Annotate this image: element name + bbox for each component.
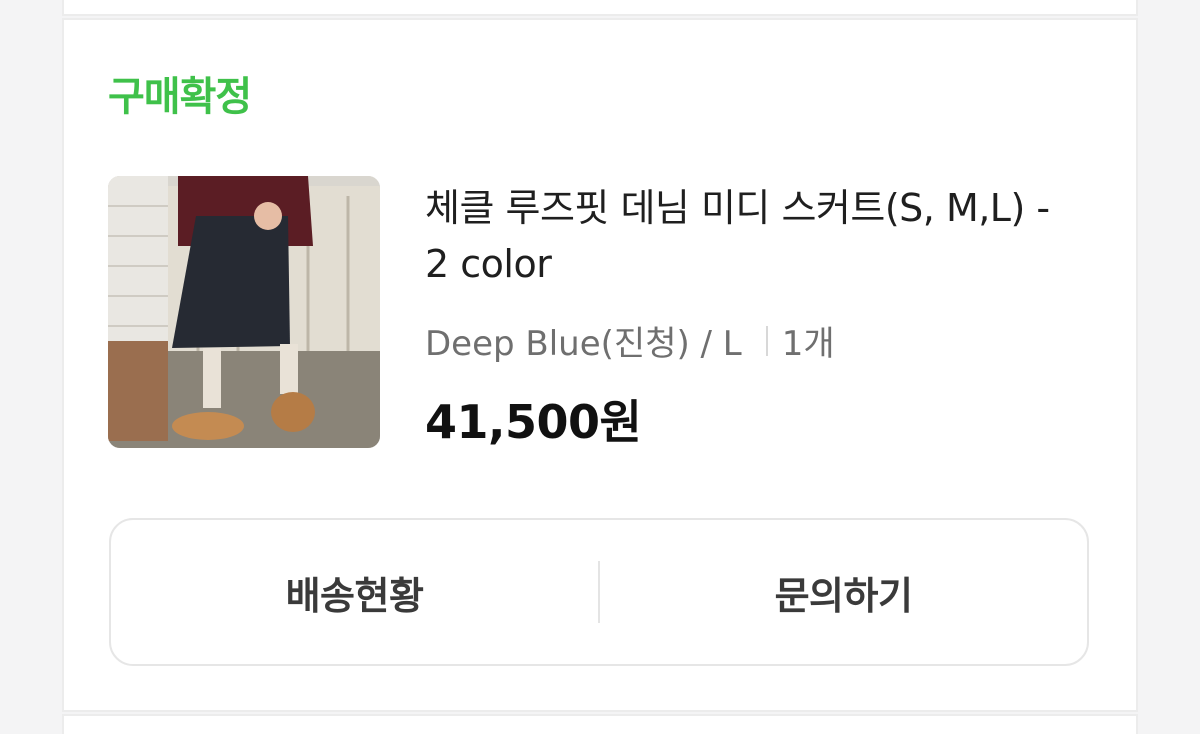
order-status: 구매확정 (108, 74, 252, 120)
previous-card (62, 0, 1138, 16)
shipping-status-button[interactable]: 배송현황 (111, 520, 598, 664)
product-price: 41,500원 (425, 395, 642, 449)
product-title[interactable]: 체클 루즈핏 데님 미디 스커트(S, M,L) - 2 color (425, 180, 1065, 292)
product-thumbnail[interactable] (108, 176, 380, 448)
product-photo-icon (108, 176, 380, 448)
next-card (62, 714, 1138, 734)
order-action-group: 배송현황 문의하기 (109, 518, 1089, 666)
option-divider (765, 325, 768, 356)
product-option-row: Deep Blue(진청) / L 1개 (425, 316, 835, 365)
product-option: Deep Blue(진청) / L (425, 324, 742, 364)
inquiry-button[interactable]: 문의하기 (600, 520, 1087, 664)
product-quantity: 1개 (781, 324, 835, 364)
